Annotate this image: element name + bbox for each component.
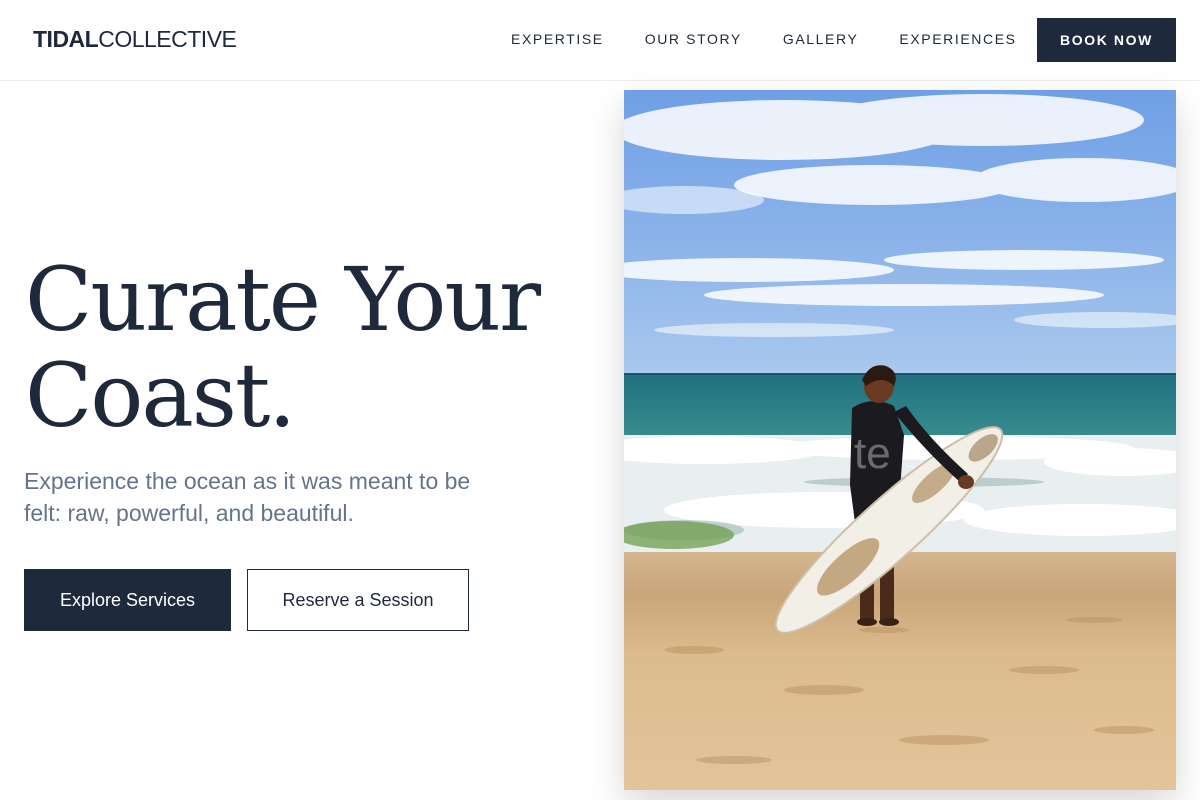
site-header: TIDAL COLLECTIVE EXPERTISE OUR STORY GALL… — [0, 0, 1200, 81]
brand-logo-light: COLLECTIVE — [98, 26, 237, 52]
nav-item-gallery[interactable]: GALLERY — [783, 31, 859, 47]
brand-logo-bold: TIDAL — [33, 26, 99, 52]
hero-subtitle: Experience the ocean as it was meant to … — [24, 468, 471, 526]
hero-title-line-1: Curate Your — [25, 248, 541, 351]
hero-title-line-2: Coast. — [25, 344, 296, 447]
reserve-session-button[interactable]: Reserve a Session — [247, 569, 469, 631]
nav-item-our-story[interactable]: OUR STORY — [645, 31, 742, 47]
nav-item-experiences[interactable]: EXPERIENCES — [899, 31, 1016, 47]
explore-services-button[interactable]: Explore Services — [24, 569, 231, 631]
hero-title: Curate Your Coast. — [25, 252, 605, 444]
brand-logo[interactable]: TIDAL COLLECTIVE — [33, 26, 237, 53]
hero-photo: te surf — [624, 90, 1176, 790]
nav-item-expertise[interactable]: EXPERTISE — [511, 31, 604, 47]
main-nav: EXPERTISE OUR STORY GALLERY EXPERIENCES — [511, 31, 1017, 47]
surfer-beach-illustration: te surf — [624, 90, 1176, 790]
book-now-button[interactable]: BOOK NOW — [1037, 18, 1176, 62]
